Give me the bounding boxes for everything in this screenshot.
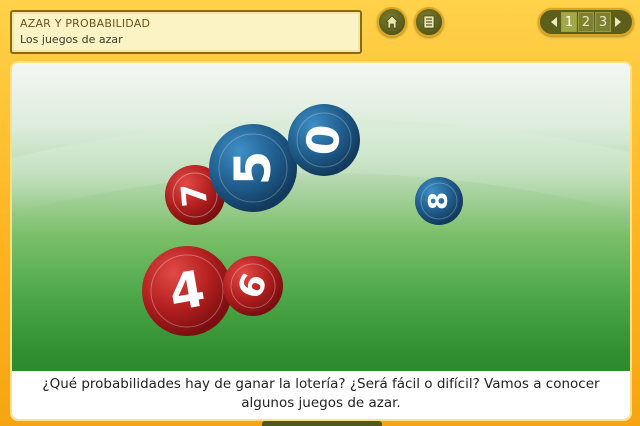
home-icon <box>385 15 399 29</box>
unit-title: AZAR Y PROBABILIDAD <box>20 17 151 30</box>
page-3-button[interactable]: 3 <box>595 12 611 32</box>
home-button[interactable] <box>377 7 407 37</box>
page-navigator: 1 2 3 <box>538 8 634 36</box>
lottery-ball-5: 5 <box>209 124 297 212</box>
arrow-right-icon <box>615 17 621 27</box>
ball-number-0: 0 <box>297 123 350 158</box>
index-button[interactable] <box>414 7 444 37</box>
bottom-tab <box>262 421 382 426</box>
title-box: AZAR Y PROBABILIDAD Los juegos de azar <box>10 10 362 54</box>
lottery-ball-4: 4 <box>142 246 232 336</box>
lesson-subtitle: Los juegos de azar <box>20 33 123 46</box>
page-1-button[interactable]: 1 <box>561 12 577 32</box>
lottery-ball-8: 8 <box>415 177 463 225</box>
prev-page-button[interactable] <box>548 12 560 32</box>
lesson-stage: 7 5 0 8 4 6 ¿Qué probabilidades hay de g… <box>10 61 632 421</box>
page-2-button[interactable]: 2 <box>578 12 594 32</box>
ball-number-5: 5 <box>224 151 282 186</box>
lottery-scene: 7 5 0 8 4 6 <box>12 104 630 336</box>
caption-text: ¿Qué probabilidades hay de ganar la lote… <box>12 371 630 419</box>
index-list-icon <box>423 15 435 29</box>
lottery-ball-6: 6 <box>223 256 283 316</box>
lottery-ball-0: 0 <box>288 104 360 176</box>
next-page-button[interactable] <box>612 12 624 32</box>
ball-number-8: 8 <box>424 192 454 210</box>
ball-number-7: 7 <box>174 181 216 208</box>
arrow-left-icon <box>551 17 557 27</box>
